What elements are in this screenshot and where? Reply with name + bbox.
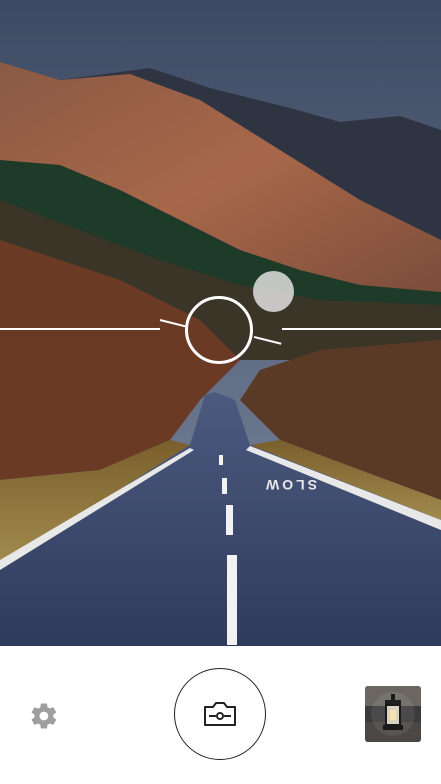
level-line-left: [0, 328, 160, 330]
shutter-button[interactable]: [174, 668, 266, 760]
settings-button[interactable]: [27, 699, 61, 733]
camera-controls: [0, 646, 441, 784]
level-line-right: [282, 328, 441, 330]
road-marking-text: SLOW: [263, 477, 317, 493]
focus-ring[interactable]: [185, 296, 253, 364]
camera-viewfinder[interactable]: SLOW: [0, 0, 441, 646]
gallery-thumbnail[interactable]: [365, 686, 421, 742]
camera-icon: [204, 702, 236, 726]
exposure-handle[interactable]: [253, 271, 294, 312]
lantern-thumbnail-image: [365, 686, 421, 742]
gear-icon: [31, 703, 57, 729]
